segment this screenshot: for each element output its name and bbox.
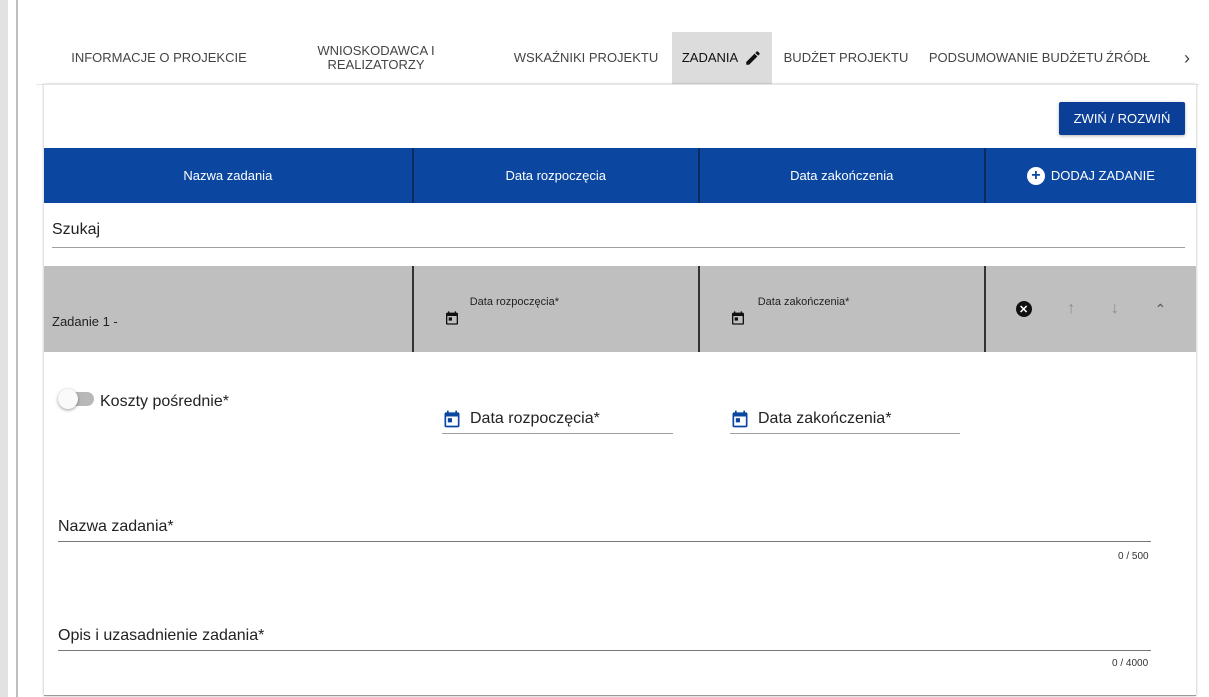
- header-task-name: Nazwa zadania: [183, 168, 273, 183]
- card-bottom-divider: [44, 695, 1196, 696]
- page-left-bar: [0, 0, 8, 697]
- task-name-input[interactable]: Nazwa zadania*: [58, 518, 1151, 542]
- chevron-right-icon: ›: [1184, 47, 1190, 68]
- tab-sources[interactable]: ŹRÓDŁ: [1106, 32, 1166, 84]
- calendar-icon: [444, 410, 460, 428]
- add-task-button[interactable]: + DODAJ ZADANIE: [983, 148, 1196, 203]
- toggle-knob: [58, 389, 78, 409]
- page-left-line: [16, 0, 18, 697]
- tab-tasks[interactable]: ZADANIA: [672, 32, 772, 84]
- task-row[interactable]: Zadanie 1 - Data rozpoczęcia* Data zakoń…: [44, 266, 1196, 352]
- calendar-icon[interactable]: [730, 310, 746, 326]
- indirect-costs-label: Koszty pośrednie*: [100, 393, 229, 410]
- project-panel: INFORMACJE O PROJEKCIE WNIOSKODAWCA I RE…: [36, 0, 1199, 697]
- task-description-input[interactable]: Opis i uzasadnienie zadania*: [58, 627, 1151, 651]
- tab-budget-summary[interactable]: PODSUMOWANIE BUDŻETU: [926, 32, 1106, 84]
- tasks-table-header: Nazwa zadania Data rozpoczęcia Data zako…: [44, 148, 1196, 203]
- start-date-field[interactable]: Data rozpoczęcia*: [442, 407, 673, 434]
- task-description-counter: 0 / 4000: [1112, 658, 1149, 669]
- pencil-icon: [746, 51, 760, 65]
- task-start-label: Data rozpoczęcia*: [469, 296, 559, 308]
- search-input[interactable]: Szukaj: [52, 221, 1185, 248]
- calendar-icon[interactable]: [444, 310, 460, 326]
- tab-applicant[interactable]: WNIOSKODAWCA I REALIZATORZY: [296, 32, 456, 84]
- calendar-icon: [732, 410, 748, 428]
- collapse-expand-button[interactable]: ZWIŃ / ROZWIŃ: [1059, 102, 1185, 135]
- task-actions: ✕ ↑ ↓ ⌃: [986, 266, 1196, 352]
- task-end-label: Data zakończenia*: [757, 296, 850, 308]
- arrow-up-icon[interactable]: ↑: [1067, 300, 1075, 318]
- tab-indicators[interactable]: WSKAŹNIKI PROJEKTU: [506, 32, 666, 84]
- arrow-down-icon[interactable]: ↓: [1111, 300, 1119, 318]
- header-start-date: Data rozpoczęcia: [411, 148, 698, 203]
- task-name-counter: 0 / 500: [1118, 551, 1149, 562]
- indirect-costs-toggle[interactable]: [58, 389, 94, 409]
- close-circle-icon[interactable]: ✕: [1015, 301, 1032, 317]
- task-name: Zadanie 1 -: [52, 314, 118, 329]
- plus-circle-icon: +: [1026, 166, 1045, 185]
- tabs-scroll-right[interactable]: ›: [1175, 32, 1199, 84]
- header-end-date: Data zakończenia: [697, 148, 984, 203]
- tab-project-info[interactable]: INFORMACJE O PROJEKCIE: [64, 32, 254, 84]
- tab-bar: INFORMACJE O PROJEKCIE WNIOSKODAWCA I RE…: [36, 0, 1199, 85]
- chevron-up-icon[interactable]: ⌃: [1154, 301, 1166, 318]
- tab-budget[interactable]: BUDŻET PROJEKTU: [776, 32, 916, 84]
- end-date-field[interactable]: Data zakończenia*: [730, 407, 960, 434]
